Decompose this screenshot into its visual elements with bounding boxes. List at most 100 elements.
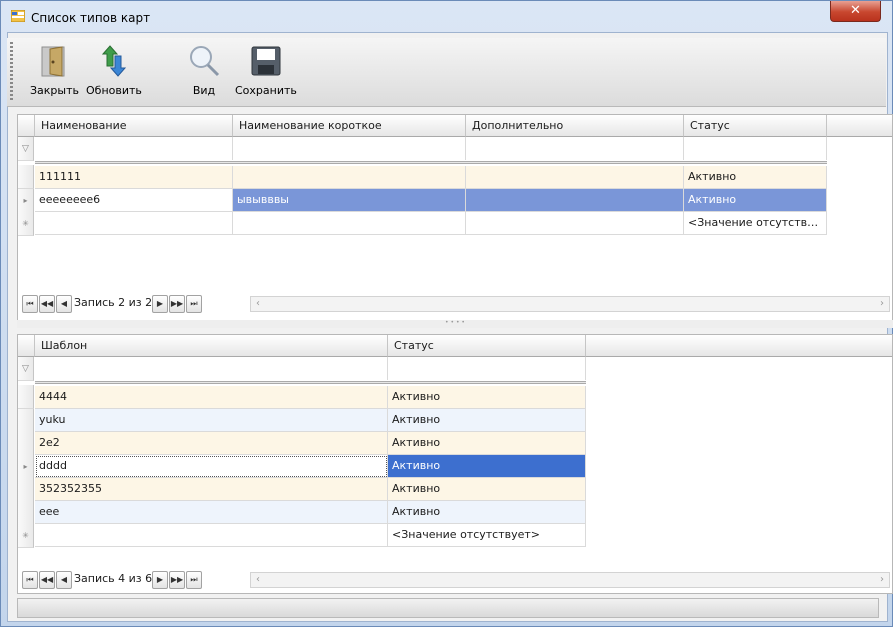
column-header-additional[interactable]: Дополнительно bbox=[466, 115, 684, 137]
toolbar-label-view: Вид bbox=[192, 84, 216, 97]
nav-last-button[interactable]: ⏭ bbox=[186, 571, 202, 589]
filter-cell-name[interactable] bbox=[35, 137, 233, 160]
nav-prev-page-button[interactable]: ◀◀ bbox=[39, 571, 55, 589]
horizontal-scrollbar[interactable]: ‹ › bbox=[250, 572, 890, 588]
filter-cell-status[interactable] bbox=[388, 357, 586, 380]
table-cell[interactable] bbox=[466, 189, 684, 212]
row-indicator[interactable] bbox=[18, 432, 34, 456]
row-indicator[interactable]: ▸ bbox=[18, 455, 34, 479]
nav-last-button[interactable]: ⏭ bbox=[186, 295, 202, 313]
next-page-icon: ▶▶ bbox=[170, 575, 184, 584]
table-cell[interactable]: Активно bbox=[388, 432, 586, 455]
table-row[interactable]: 4444 bbox=[35, 386, 388, 409]
toolbar-grip[interactable] bbox=[10, 42, 13, 102]
nav-prev-button[interactable]: ◀ bbox=[56, 571, 72, 589]
new-row-cell[interactable] bbox=[35, 212, 233, 235]
table-row[interactable]: 111111 bbox=[35, 166, 233, 189]
last-record-icon: ⏭ bbox=[190, 299, 198, 308]
column-header-status[interactable]: Статус bbox=[388, 335, 586, 357]
nav-next-page-button[interactable]: ▶▶ bbox=[169, 295, 185, 313]
column-header-short-name[interactable]: Наименование короткое bbox=[233, 115, 466, 137]
status-bar bbox=[17, 598, 879, 618]
next-record-icon: ▶ bbox=[156, 299, 164, 308]
scroll-right-icon[interactable]: › bbox=[875, 573, 889, 587]
row-indicator[interactable] bbox=[18, 165, 34, 189]
scroll-left-icon[interactable]: ‹ bbox=[251, 573, 265, 587]
splitter-grip-icon: • • • • bbox=[445, 319, 465, 326]
table-cell[interactable] bbox=[466, 166, 684, 189]
grid-corner-cell bbox=[18, 335, 35, 357]
filter-cell-status[interactable] bbox=[684, 137, 827, 160]
record-navigator: ⏮ ◀◀ ◀ Запись 2 из 2 ▶ ▶▶ ⏭ bbox=[22, 295, 262, 313]
row-indicator[interactable] bbox=[18, 409, 34, 433]
new-row-indicator[interactable]: ✳ bbox=[18, 524, 34, 548]
row-indicator[interactable]: ▸ bbox=[18, 189, 34, 213]
nav-next-button[interactable]: ▶ bbox=[152, 295, 168, 313]
table-cell[interactable]: Активно bbox=[388, 386, 586, 409]
scroll-right-icon[interactable]: › bbox=[875, 297, 889, 311]
refresh-button[interactable]: Обновить bbox=[86, 44, 142, 97]
save-button[interactable]: Сохранить bbox=[235, 44, 297, 97]
first-record-icon: ⏮ bbox=[26, 299, 34, 308]
current-row-arrow-icon: ▸ bbox=[23, 462, 28, 471]
view-button[interactable]: Вид bbox=[187, 44, 221, 97]
table-row[interactable]: dddd bbox=[35, 455, 388, 478]
window-title: Список типов карт bbox=[31, 11, 151, 25]
app-window: Список типов карт ✕ Закрыть Обновить Вид bbox=[0, 0, 893, 627]
table-cell[interactable]: ывывввы bbox=[233, 189, 466, 212]
new-row-indicator[interactable]: ✳ bbox=[18, 212, 34, 236]
new-row-cell[interactable]: <Значение отсутств… bbox=[684, 212, 827, 235]
table-cell[interactable]: Активно bbox=[388, 478, 586, 501]
filter-icon: ▽ bbox=[22, 144, 29, 154]
next-record-icon: ▶ bbox=[156, 575, 164, 584]
new-row-cell[interactable] bbox=[233, 212, 466, 235]
refresh-arrows-icon bbox=[101, 45, 127, 77]
filter-cell-template[interactable] bbox=[35, 357, 388, 380]
row-indicator[interactable] bbox=[18, 501, 34, 525]
table-row[interactable]: yuku bbox=[35, 409, 388, 432]
table-row[interactable]: eee bbox=[35, 501, 388, 524]
column-header-filler bbox=[827, 115, 892, 137]
templates-grid: Шаблон Статус ▽ 4444 Активно yuku Активн… bbox=[17, 334, 893, 594]
column-header-template[interactable]: Шаблон bbox=[35, 335, 388, 357]
filter-icon: ▽ bbox=[22, 364, 29, 374]
column-header-status[interactable]: Статус bbox=[684, 115, 827, 137]
toolbar-label-close: Закрыть bbox=[30, 84, 79, 97]
table-cell[interactable]: Активно bbox=[684, 189, 827, 212]
table-cell[interactable]: Активно bbox=[388, 501, 586, 524]
nav-first-button[interactable]: ⏮ bbox=[22, 295, 38, 313]
scroll-left-icon[interactable]: ‹ bbox=[251, 297, 265, 311]
table-cell[interactable]: Активно bbox=[684, 166, 827, 189]
toolbar-label-refresh: Обновить bbox=[86, 84, 142, 97]
filter-cell-short-name[interactable] bbox=[233, 137, 466, 160]
table-row[interactable]: eeeeeeee6 bbox=[35, 189, 233, 212]
new-row-cell[interactable] bbox=[466, 212, 684, 235]
new-row-cell[interactable]: <Значение отсутствует> bbox=[388, 524, 586, 547]
horizontal-scrollbar[interactable]: ‹ › bbox=[250, 296, 890, 312]
table-row[interactable]: 2e2 bbox=[35, 432, 388, 455]
nav-prev-page-button[interactable]: ◀◀ bbox=[39, 295, 55, 313]
grid-splitter[interactable]: • • • • bbox=[17, 320, 893, 328]
nav-prev-button[interactable]: ◀ bbox=[56, 295, 72, 313]
close-window-button[interactable]: ✕ bbox=[830, 1, 881, 22]
nav-next-page-button[interactable]: ▶▶ bbox=[169, 571, 185, 589]
column-header-name[interactable]: Наименование bbox=[35, 115, 233, 137]
door-exit-icon bbox=[41, 46, 64, 77]
nav-first-button[interactable]: ⏮ bbox=[22, 571, 38, 589]
column-header-filler bbox=[586, 335, 892, 357]
row-indicator[interactable] bbox=[18, 385, 34, 409]
title-bar[interactable]: Список типов карт ✕ bbox=[1, 1, 892, 32]
table-cell[interactable]: Активно bbox=[388, 455, 586, 478]
record-counter: Запись 2 из 2 bbox=[74, 296, 153, 309]
table-row[interactable]: 352352355 bbox=[35, 478, 388, 501]
filter-cell-additional[interactable] bbox=[466, 137, 684, 160]
prev-page-icon: ◀◀ bbox=[40, 299, 54, 308]
close-button[interactable]: Закрыть bbox=[30, 44, 79, 97]
nav-next-button[interactable]: ▶ bbox=[152, 571, 168, 589]
table-cell[interactable]: Активно bbox=[388, 409, 586, 432]
table-cell[interactable] bbox=[233, 166, 466, 189]
prev-record-icon: ◀ bbox=[60, 299, 68, 308]
record-navigator: ⏮ ◀◀ ◀ Запись 4 из 6 ▶ ▶▶ ⏭ bbox=[22, 571, 262, 589]
new-row-cell[interactable] bbox=[35, 524, 388, 547]
row-indicator[interactable] bbox=[18, 478, 34, 502]
